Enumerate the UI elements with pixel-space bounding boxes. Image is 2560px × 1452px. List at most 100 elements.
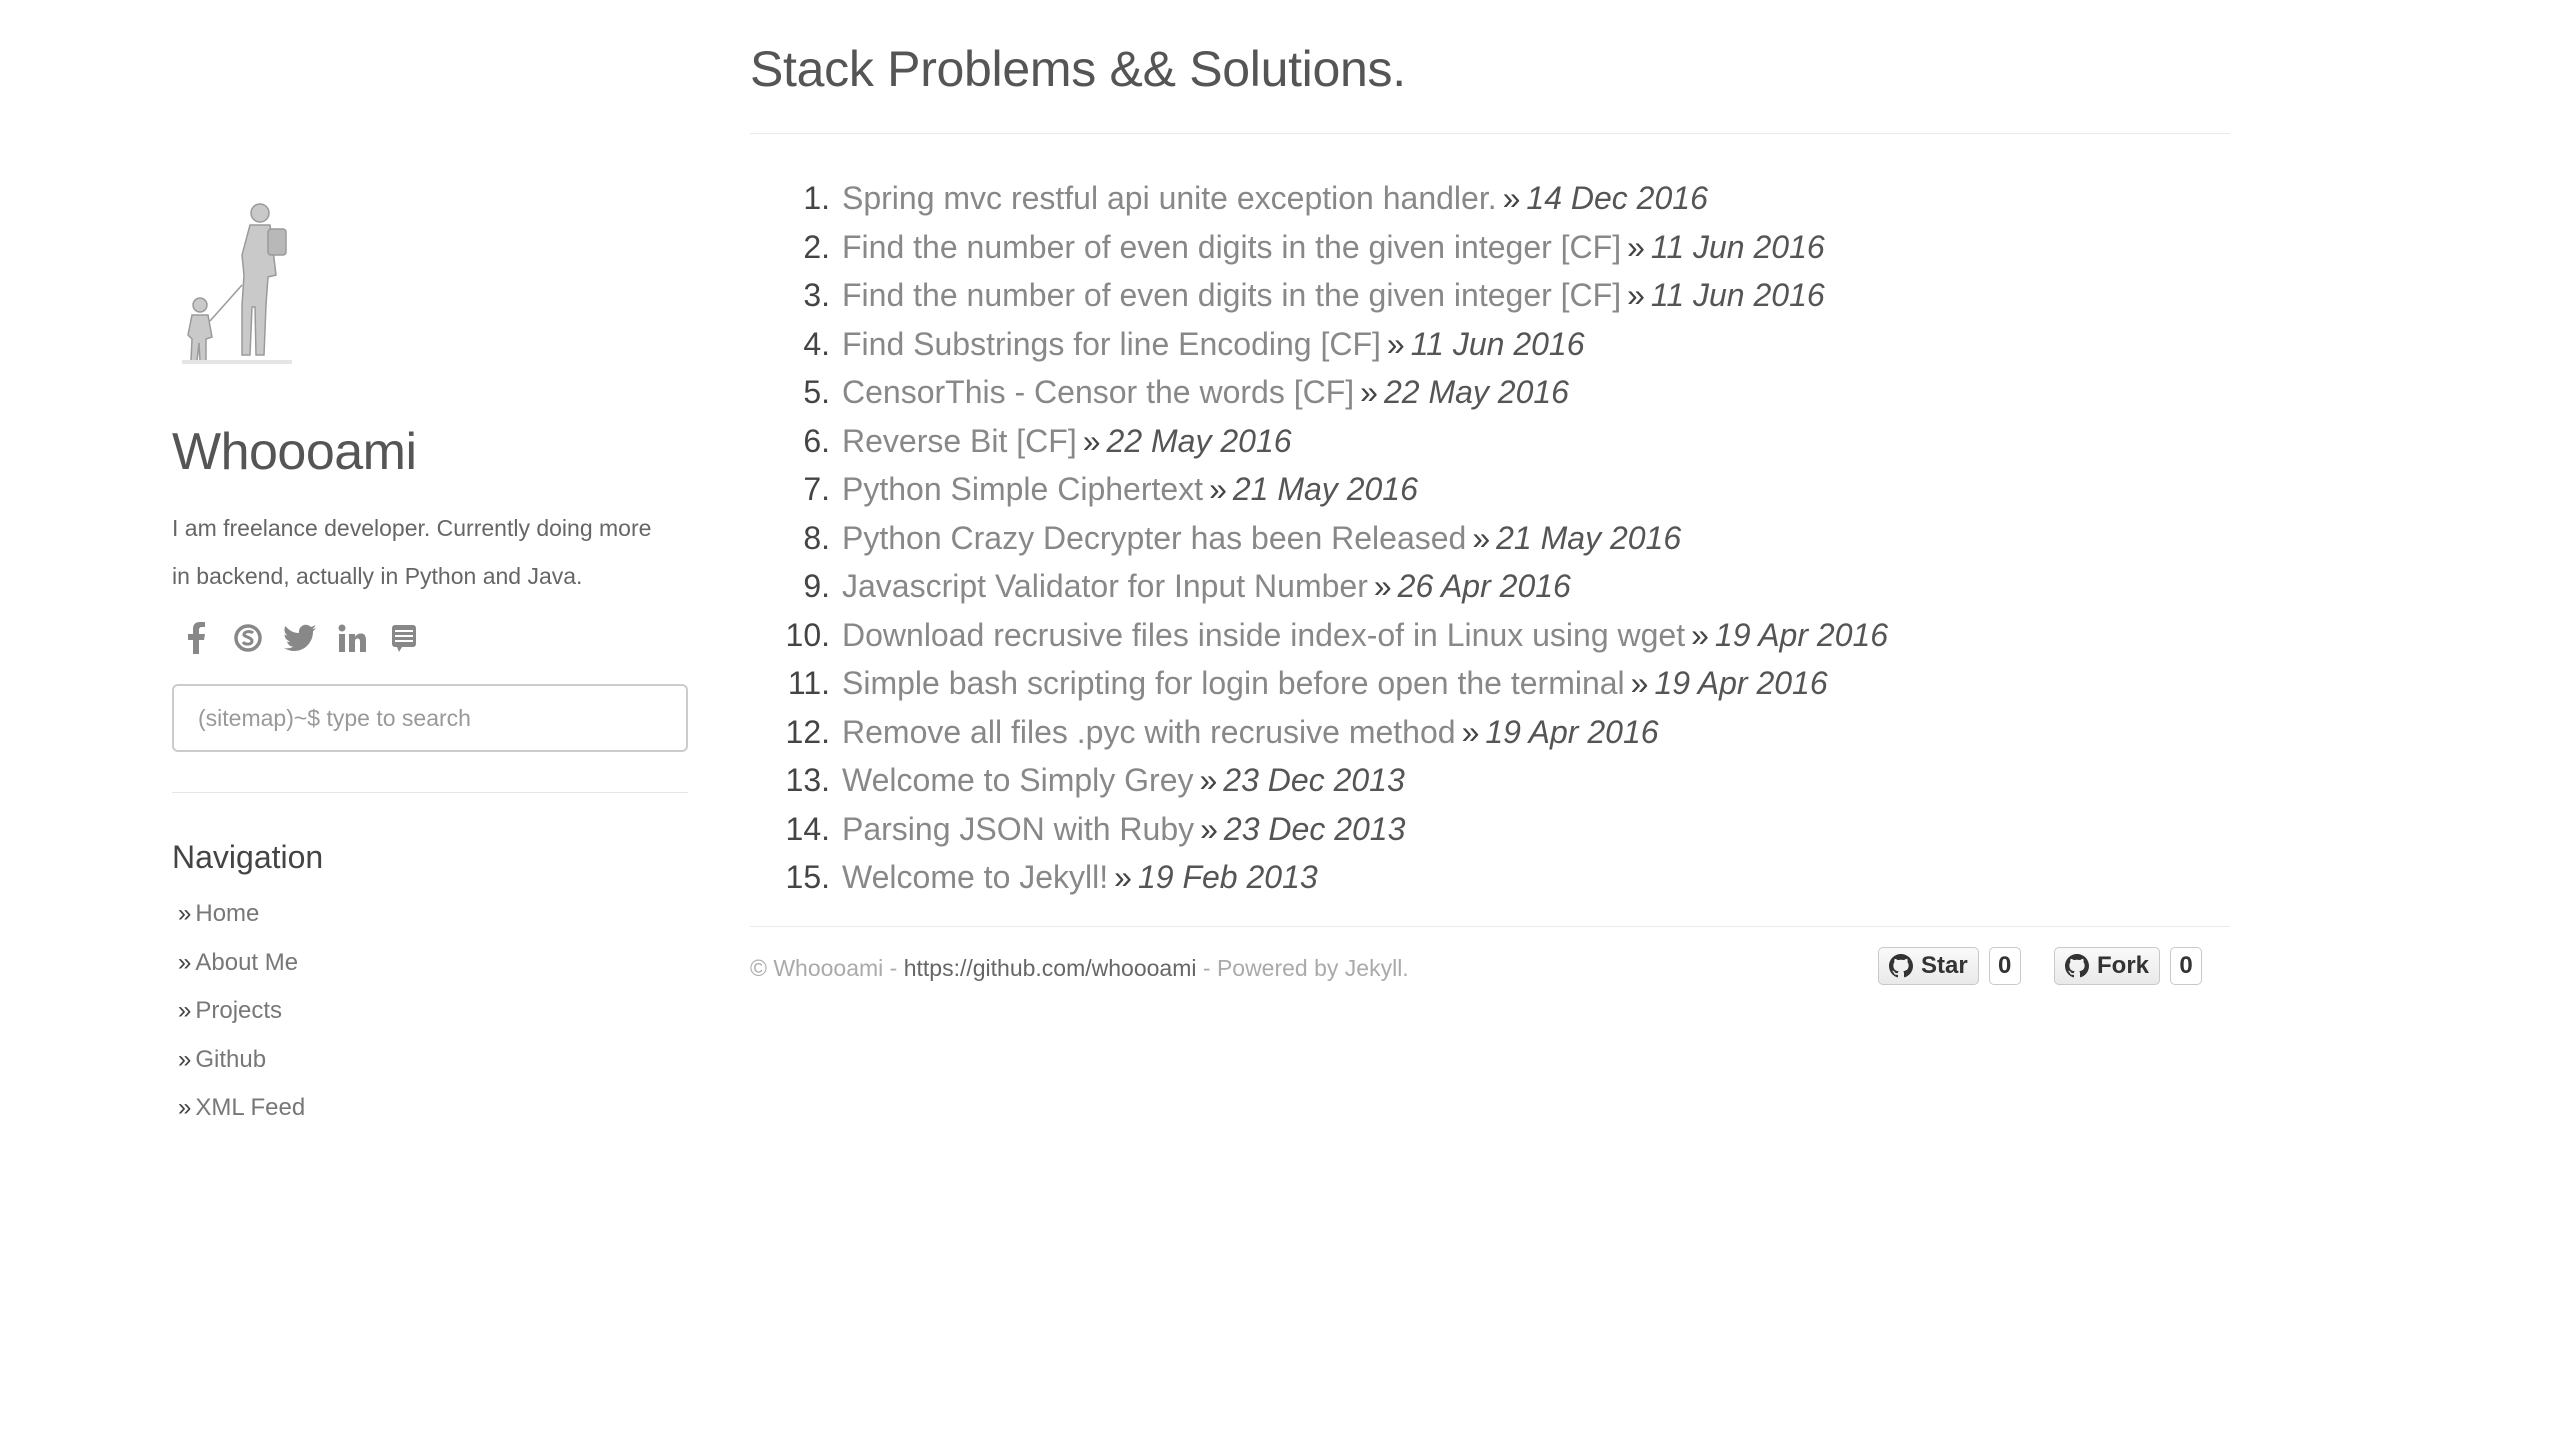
post-link[interactable]: CensorThis - Censor the words [CF] bbox=[842, 368, 1354, 417]
post-item: 13. Welcome to Simply Grey» 23 Dec 2013 bbox=[750, 756, 2230, 805]
post-link[interactable]: Welcome to Simply Grey bbox=[842, 756, 1194, 805]
post-item: 1. Spring mvc restful api unite exception… bbox=[750, 174, 2230, 223]
post-date: 11 Jun 2016 bbox=[1650, 228, 1825, 265]
post-list: 1. Spring mvc restful api unite exception… bbox=[750, 174, 2230, 902]
post-item: 3. Find the number of even digits in the … bbox=[750, 271, 2230, 320]
post-number: 2. bbox=[803, 228, 830, 265]
divider bbox=[750, 133, 2230, 134]
post-separator: » bbox=[1114, 859, 1132, 895]
post-link[interactable]: Parsing JSON with Ruby bbox=[842, 805, 1194, 854]
post-item: 4. Find Substrings for line Encoding [CF]… bbox=[750, 320, 2230, 369]
twitter-icon[interactable] bbox=[284, 622, 316, 654]
post-number: 15. bbox=[785, 859, 830, 895]
post-link[interactable]: Python Crazy Decrypter has been Released bbox=[842, 514, 1466, 563]
post-separator: » bbox=[1386, 325, 1405, 362]
post-item: 9. Javascript Validator for Input Number»… bbox=[750, 562, 2230, 611]
post-link[interactable]: Welcome to Jekyll! bbox=[842, 853, 1108, 902]
post-separator: » bbox=[1082, 422, 1101, 459]
github-link[interactable]: https://github.com/whoooami bbox=[904, 955, 1197, 981]
post-date: 19 Apr 2016 bbox=[1714, 616, 1889, 653]
star-count[interactable]: 0 bbox=[1988, 946, 2021, 985]
post-date: 11 Jun 2016 bbox=[1650, 277, 1825, 313]
post-item: 5. CensorThis - Censor the words [CF]» 22 … bbox=[750, 368, 2230, 417]
post-item: 10. Download recrusive files inside index… bbox=[750, 611, 2230, 660]
fork-count[interactable]: 0 bbox=[2170, 946, 2203, 985]
post-number: 4. bbox=[803, 325, 830, 362]
star-button[interactable]: Star bbox=[1878, 946, 1979, 985]
post-number: 6. bbox=[803, 422, 830, 459]
post-number: 5. bbox=[803, 374, 830, 410]
post-number: 1. bbox=[803, 180, 830, 216]
fork-button[interactable]: Fork bbox=[2054, 946, 2161, 985]
skype-icon[interactable] bbox=[232, 622, 264, 654]
post-date: 11 Jun 2016 bbox=[1410, 325, 1585, 362]
post-separator: » bbox=[1691, 616, 1709, 653]
post-number: 7. bbox=[803, 471, 830, 507]
post-number: 8. bbox=[803, 519, 830, 556]
post-number: 3. bbox=[803, 277, 830, 313]
nav-item-home[interactable]: » Home bbox=[178, 890, 688, 939]
post-date: 21 May 2016 bbox=[1496, 519, 1682, 556]
post-item: 12. Remove all files .pyc with recrusive … bbox=[750, 708, 2230, 757]
post-separator: » bbox=[1360, 374, 1378, 410]
post-date: 23 Dec 2013 bbox=[1223, 810, 1406, 847]
avatar bbox=[182, 203, 292, 364]
post-number: 9. bbox=[803, 568, 830, 604]
github-icon bbox=[2065, 953, 2089, 977]
post-item: 2. Find the number of even digits in the … bbox=[750, 223, 2230, 272]
post-date: 19 Apr 2016 bbox=[1485, 713, 1659, 750]
post-link[interactable]: Reverse Bit [CF] bbox=[842, 417, 1077, 466]
post-date: 23 Dec 2013 bbox=[1223, 762, 1405, 798]
post-date: 19 Feb 2013 bbox=[1137, 859, 1318, 895]
facebook-icon[interactable] bbox=[180, 622, 212, 654]
nav-item-about-me[interactable]: » About Me bbox=[178, 939, 688, 988]
post-link[interactable]: Find the number of even digits in the gi… bbox=[842, 223, 1621, 272]
post-date: 19 Apr 2016 bbox=[1654, 665, 1828, 701]
post-separator: » bbox=[1630, 665, 1649, 701]
post-date: 21 May 2016 bbox=[1232, 471, 1418, 507]
nav-list: » Home » About Me » Projects » Github » XML F… bbox=[178, 890, 688, 1133]
search-input[interactable] bbox=[172, 684, 688, 752]
post-link[interactable]: Download recrusive files inside index-of… bbox=[842, 611, 1685, 660]
post-separator: » bbox=[1199, 762, 1218, 798]
post-date: 26 Apr 2016 bbox=[1397, 568, 1571, 604]
copyright: © Whoooami - https://github.com/whoooami… bbox=[750, 954, 1409, 981]
post-separator: » bbox=[1627, 277, 1645, 313]
post-number: 11. bbox=[787, 665, 830, 701]
post-item: 7. Python Simple Ciphertext» 21 May 2016 bbox=[750, 465, 2230, 514]
nav-title: Navigation bbox=[172, 839, 324, 875]
post-item: 11. Simple bash scripting for login befor… bbox=[750, 659, 2230, 708]
post-date: 22 May 2016 bbox=[1383, 374, 1569, 410]
post-number: 12. bbox=[785, 713, 830, 750]
post-date: 22 May 2016 bbox=[1106, 422, 1292, 459]
post-separator: » bbox=[1472, 519, 1491, 556]
post-number: 10. bbox=[785, 616, 830, 653]
site-name[interactable]: Whoooami bbox=[172, 422, 688, 482]
github-fork-widget: Fork 0 bbox=[2054, 946, 2203, 985]
post-separator: » bbox=[1627, 228, 1645, 265]
post-separator: » bbox=[1502, 180, 1521, 216]
post-link[interactable]: Find Substrings for line Encoding [CF] bbox=[842, 320, 1381, 369]
post-link[interactable]: Simple bash scripting for login before o… bbox=[842, 659, 1625, 708]
divider bbox=[172, 792, 688, 793]
post-number: 14. bbox=[785, 810, 830, 847]
main-content: Stack Problems && Solutions. 1. Spring mv… bbox=[750, 0, 2230, 1017]
post-separator: » bbox=[1209, 471, 1227, 507]
post-item: 14. Parsing JSON with Ruby» 23 Dec 2013 bbox=[750, 805, 2230, 854]
post-link[interactable]: Remove all files .pyc with recrusive met… bbox=[842, 708, 1456, 757]
nav-item-xml-feed[interactable]: » XML Feed bbox=[178, 1084, 688, 1133]
feed-icon[interactable] bbox=[388, 622, 420, 654]
post-link[interactable]: Spring mvc restful api unite exception h… bbox=[842, 174, 1497, 223]
linkedin-icon[interactable] bbox=[336, 622, 368, 654]
post-separator: » bbox=[1373, 568, 1392, 604]
github-star-widget: Star 0 bbox=[1878, 946, 2021, 985]
nav-item-projects[interactable]: » Projects bbox=[178, 987, 688, 1036]
nav-item-github[interactable]: » Github bbox=[178, 1036, 688, 1085]
post-link[interactable]: Python Simple Ciphertext bbox=[842, 465, 1203, 514]
post-number: 13. bbox=[785, 762, 830, 798]
sidebar: Whoooami I am freelance developer. Curre… bbox=[172, 195, 688, 1133]
post-link[interactable]: Find the number of even digits in the gi… bbox=[842, 271, 1621, 320]
post-link[interactable]: Javascript Validator for Input Number bbox=[842, 562, 1368, 611]
footer: © Whoooami - https://github.com/whoooami… bbox=[750, 927, 2230, 1017]
post-date: 14 Dec 2016 bbox=[1526, 180, 1708, 216]
